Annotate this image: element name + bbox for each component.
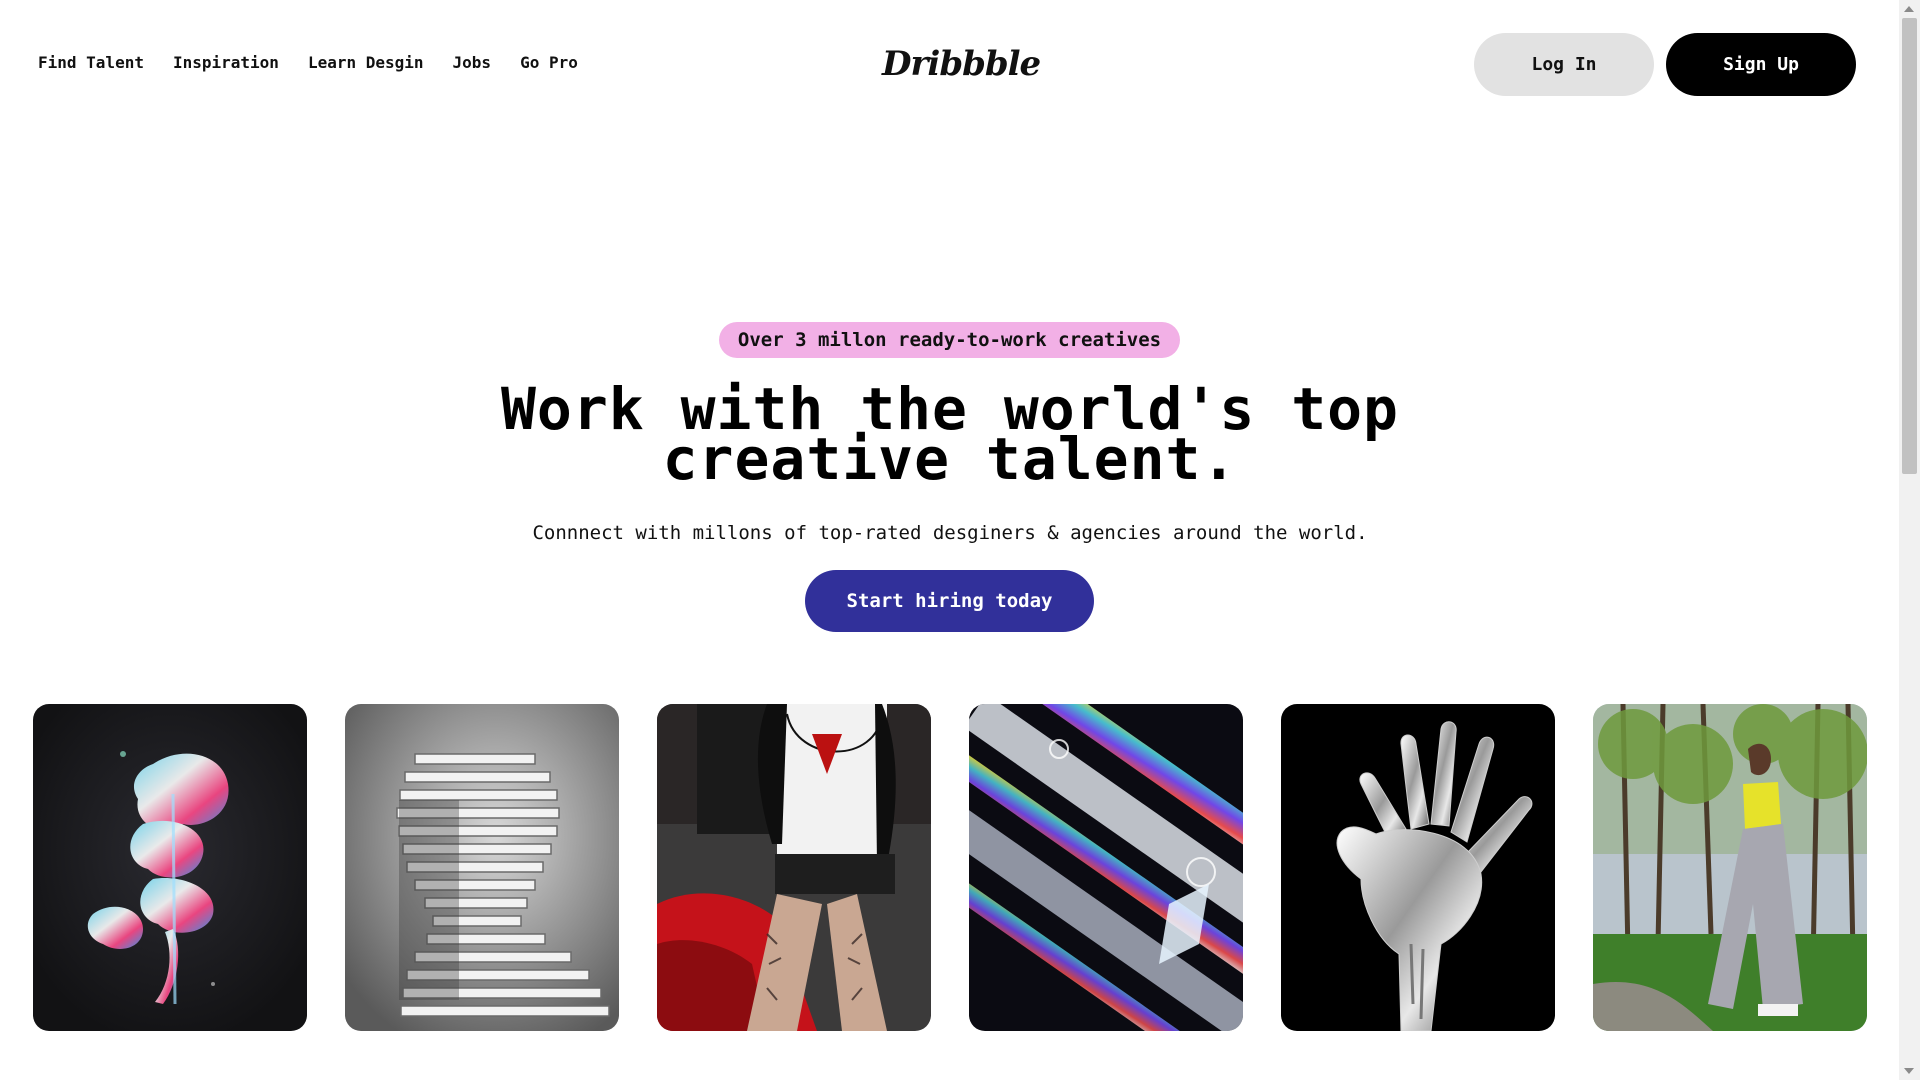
scroll-down-icon[interactable] (1904, 1068, 1914, 1074)
page: Find Talent Inspiration Learn Desgin Job… (0, 0, 1920, 1080)
dribbble-logo[interactable]: Dribbble (882, 44, 1041, 84)
tattooed-woman-on-car-image (657, 704, 931, 1031)
sliced-head-sculpture-image (345, 704, 619, 1031)
scroll-thumb[interactable] (1902, 18, 1917, 474)
headline-line-2: creative talent. (662, 425, 1238, 493)
nav-inspiration[interactable]: Inspiration (173, 53, 279, 72)
signup-button[interactable]: Sign Up (1666, 33, 1856, 96)
woman-in-forest-image (1593, 704, 1867, 1031)
start-hiring-button[interactable]: Start hiring today (805, 570, 1094, 632)
gallery-card-woman-forest[interactable] (1593, 704, 1867, 1031)
hero-headline: Work with the world's top creative talen… (0, 380, 1900, 493)
nav-learn-design[interactable]: Learn Desgin (308, 53, 424, 72)
scroll-up-icon[interactable] (1904, 6, 1914, 12)
page-scrollbar[interactable] (1899, 0, 1920, 1080)
gallery-card-prism-glass[interactable] (969, 704, 1243, 1031)
gallery-card-iridescent-rose[interactable] (33, 704, 307, 1031)
hero-subline: Connnect with millons of top-rated desgi… (532, 522, 1368, 544)
gallery-card-chrome-hand[interactable] (1281, 704, 1555, 1031)
chrome-hand-image (1281, 704, 1555, 1031)
nav-jobs[interactable]: Jobs (453, 53, 492, 72)
login-button[interactable]: Log In (1474, 33, 1654, 96)
nav-find-talent[interactable]: Find Talent (38, 53, 144, 72)
prism-glass-abstract-image (969, 704, 1243, 1031)
nav-go-pro[interactable]: Go Pro (520, 53, 578, 72)
creatives-badge: Over 3 millon ready-to-work creatives (719, 322, 1180, 358)
gallery-card-sliced-head[interactable] (345, 704, 619, 1031)
main-nav: Find Talent Inspiration Learn Desgin Job… (38, 53, 607, 72)
gallery-card-tattooed-woman[interactable] (657, 704, 931, 1031)
iridescent-rose-image (33, 704, 307, 1031)
